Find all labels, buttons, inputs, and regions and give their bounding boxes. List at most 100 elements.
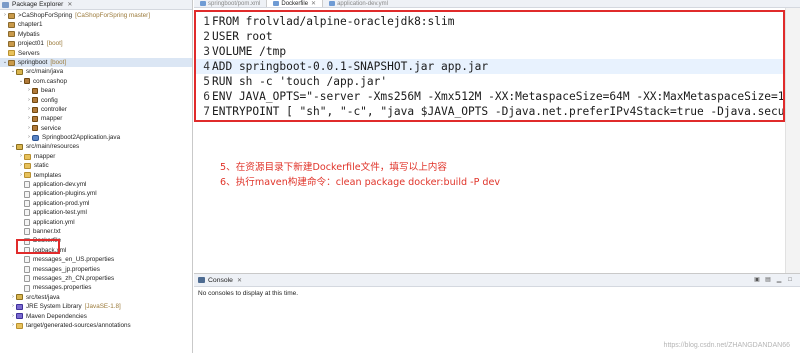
- tree-item-controller[interactable]: › controller: [0, 105, 192, 114]
- open-console-icon[interactable]: ▤: [764, 276, 772, 284]
- tree-item-src-test-java[interactable]: › src/test/java: [0, 293, 192, 302]
- file-icon: [24, 200, 30, 207]
- tree-item-service[interactable]: › service: [0, 124, 192, 133]
- package-explorer-tab[interactable]: Package Explorer ✕: [0, 0, 192, 10]
- line-number: 1: [203, 15, 210, 28]
- tab-pom-xml[interactable]: springboot/pom.xml: [194, 0, 266, 7]
- code-line[interactable]: 6 ENV JAVA_OPTS="-server -Xms256M -Xmx512…: [196, 89, 783, 104]
- tree-item-springboot2application[interactable]: › Springboot2Application.java: [0, 133, 192, 142]
- tree-item-label: application-test.yml: [33, 209, 87, 217]
- code-line-current[interactable]: 4 ADD springboot-0.0.1-SNAPSHOT.jar app.j…: [196, 59, 783, 74]
- tree-item-application-dev[interactable]: application-dev.yml: [0, 180, 192, 189]
- folder-icon: [24, 153, 31, 160]
- tree-item-messages-zh-cn[interactable]: messages_zh_CN.properties: [0, 274, 192, 283]
- tree-item-label: application.yml: [33, 218, 75, 226]
- tree-item-maven-dependencies[interactable]: › Maven Dependencies: [0, 312, 192, 321]
- tree-item-label: controller: [41, 105, 67, 113]
- tree-item-label: mapper: [34, 152, 56, 160]
- code-text: ENTRYPOINT [ "sh", "-c", "java $JAVA_OPT…: [212, 105, 785, 118]
- tree-item-label: application-dev.yml: [33, 181, 87, 189]
- xml-file-icon: [200, 1, 206, 6]
- source-folder-icon: [16, 294, 23, 301]
- editor-area[interactable]: 1 FROM frolvlad/alpine-oraclejdk8:slim 2U…: [194, 8, 785, 273]
- tree-item-label: banner.txt: [33, 227, 61, 235]
- tree-item-messages[interactable]: messages.properties: [0, 283, 192, 292]
- code-line[interactable]: 3 VOLUME /tmp: [196, 44, 783, 59]
- tree-item-bean[interactable]: › bean: [0, 86, 192, 95]
- close-icon[interactable]: ✕: [237, 277, 242, 284]
- tree-item-label: Maven Dependencies: [26, 312, 87, 320]
- maximize-icon[interactable]: □: [786, 276, 794, 284]
- tree-item-label: application-prod.yml: [33, 199, 90, 207]
- tree-item-mapper-folder[interactable]: › mapper: [0, 152, 192, 161]
- project-tree: › > CaShopForSpring [CaShopForSpring mas…: [0, 11, 192, 330]
- line-number: 7: [203, 105, 210, 118]
- tree-item-label: messages_zh_CN.properties: [33, 274, 115, 282]
- tree-item-application-prod[interactable]: application-prod.yml: [0, 199, 192, 208]
- tree-item-cashopforspring[interactable]: › > CaShopForSpring [CaShopForSpring mas…: [0, 11, 192, 20]
- code-line[interactable]: 7 ENTRYPOINT [ "sh", "-c", "java $JAVA_OP…: [196, 104, 785, 119]
- java-file-icon: [32, 134, 39, 141]
- library-icon: [16, 303, 23, 310]
- tree-item-chapter1[interactable]: chapter1: [0, 20, 192, 29]
- tree-item-application-test[interactable]: application-test.yml: [0, 208, 192, 217]
- tree-item-static[interactable]: › static: [0, 161, 192, 170]
- tree-item-servers[interactable]: Servers: [0, 49, 192, 58]
- tab-dockerfile[interactable]: Dockerfile ✕: [266, 0, 324, 7]
- tree-item-label: application-plugins.yml: [33, 190, 97, 198]
- tree-item-decoration: [JavaSE-1.8]: [84, 303, 121, 311]
- tree-item-project01[interactable]: project01 [boot]: [0, 39, 192, 48]
- close-icon[interactable]: ✕: [311, 0, 316, 7]
- file-icon: [24, 218, 30, 226]
- minimize-icon[interactable]: ▁: [775, 276, 783, 284]
- code-line[interactable]: 2 USER root: [196, 29, 783, 44]
- file-icon: [273, 1, 280, 6]
- tree-item-banner[interactable]: banner.txt: [0, 227, 192, 236]
- code-text: RUN sh -c 'touch /app.jar': [212, 75, 388, 88]
- library-icon: [16, 313, 23, 320]
- folder-icon: [24, 172, 31, 179]
- line-number: 6: [203, 90, 210, 103]
- dockerfile-highlight-box: [16, 239, 60, 254]
- folder-icon: [24, 162, 31, 169]
- tree-item-config[interactable]: › config: [0, 96, 192, 105]
- folder-icon: [16, 322, 23, 329]
- project-icon: [8, 59, 15, 66]
- tree-item-application[interactable]: application.yml: [0, 218, 192, 227]
- annotation-note: 6、执行maven构建命令：clean package docker:build…: [220, 177, 501, 188]
- tree-item-label: static: [34, 162, 49, 170]
- console-toolbar: ▣ ▤ ▁ □: [753, 276, 794, 284]
- console-title: Console: [208, 276, 233, 284]
- tree-item-target-generated-sources[interactable]: › target/generated-sources/annotations: [0, 321, 192, 330]
- display-console-icon[interactable]: ▣: [753, 276, 761, 284]
- project-icon: [8, 31, 15, 38]
- tree-item-label: com.cashop: [33, 77, 67, 85]
- tree-item-label: JRE System Library: [26, 303, 82, 311]
- vertical-scrollbar[interactable]: [785, 8, 800, 273]
- tree-item-src-main-java[interactable]: ⌄ src/main/java: [0, 67, 192, 76]
- source-folder-icon: [16, 144, 23, 151]
- tab-application-dev-yml[interactable]: application-dev.yml: [323, 0, 394, 7]
- tree-item-com-cashop[interactable]: ⌄ com.cashop: [0, 77, 192, 86]
- tree-item-jre-system-library[interactable]: › JRE System Library [JavaSE-1.8]: [0, 302, 192, 311]
- line-number: 2: [203, 30, 210, 43]
- code-line[interactable]: 1 FROM frolvlad/alpine-oraclejdk8:slim: [196, 14, 783, 29]
- tree-item-label: config: [41, 96, 58, 104]
- tree-item-label: bean: [41, 87, 56, 95]
- folder-icon: [8, 50, 15, 57]
- tree-item-application-plugins[interactable]: application-plugins.yml: [0, 189, 192, 198]
- console-tab[interactable]: Console ✕ ▣ ▤ ▁ □: [194, 274, 800, 287]
- close-icon[interactable]: ✕: [67, 1, 72, 8]
- console-icon: [198, 277, 205, 283]
- package-explorer-title: Package Explorer: [12, 1, 64, 8]
- tree-item-src-main-resources[interactable]: ⌄ src/main/resources: [0, 142, 192, 151]
- code-line[interactable]: 5 RUN sh -c 'touch /app.jar': [196, 74, 783, 89]
- tree-item-springboot[interactable]: ⌄ springboot [boot]: [0, 57, 192, 68]
- tree-item-label: src/test/java: [26, 293, 60, 301]
- tree-item-messages-jp[interactable]: messages_jp.properties: [0, 265, 192, 274]
- tree-item-templates[interactable]: › templates: [0, 171, 192, 180]
- tree-item-mybatis[interactable]: Mybatis: [0, 30, 192, 39]
- package-icon: [32, 97, 38, 104]
- tree-item-messages-en-us[interactable]: messages_en_US.properties: [0, 255, 192, 264]
- tree-item-mapper[interactable]: › mapper: [0, 114, 192, 123]
